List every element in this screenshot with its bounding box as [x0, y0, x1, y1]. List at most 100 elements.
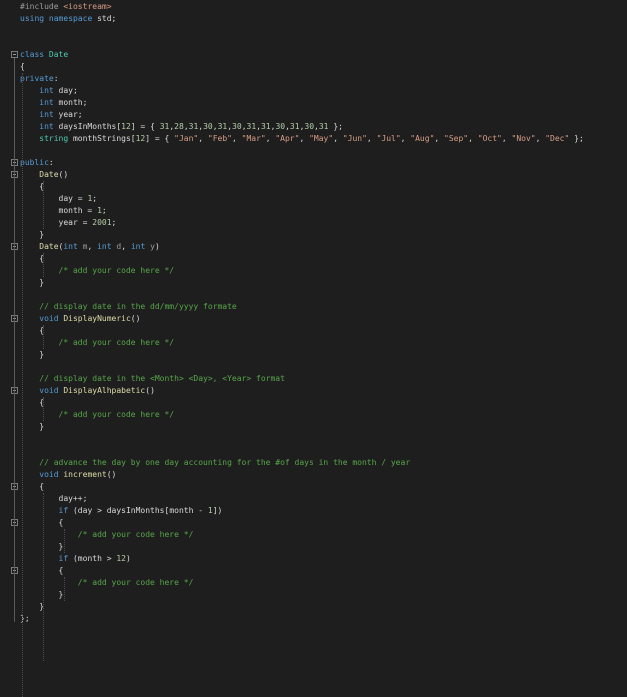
code-token: } — [20, 590, 64, 599]
code-token: (day > daysInMonths[month - — [68, 506, 208, 515]
code-token: , — [121, 242, 131, 251]
code-token: "Aug" — [410, 134, 435, 143]
code-token: () — [145, 386, 155, 395]
code-line[interactable]: using namespace std; — [20, 13, 116, 25]
code-token: ] = { — [130, 122, 160, 131]
code-line[interactable]: class Date — [20, 49, 68, 61]
code-token: // advance the day by one day accounting… — [39, 458, 411, 467]
code-token: Date — [48, 50, 69, 59]
code-line[interactable]: int month; — [20, 97, 87, 109]
code-line[interactable]: /* add your code here */ — [20, 577, 194, 589]
code-line[interactable]: { — [20, 397, 44, 409]
code-line[interactable]: void DisplayNumeric() — [20, 313, 140, 325]
code-line[interactable]: } — [20, 349, 44, 361]
code-line[interactable]: year = 2001; — [20, 217, 117, 229]
code-token: 30 — [275, 122, 286, 131]
code-line[interactable]: day = 1; — [20, 193, 98, 205]
fold-collapse-icon[interactable] — [11, 51, 18, 58]
code-token: month; — [53, 98, 88, 107]
code-token: "Apr" — [275, 134, 300, 143]
code-token: , — [299, 134, 310, 143]
code-token: "Feb" — [207, 134, 232, 143]
code-line[interactable]: { — [20, 517, 64, 529]
code-token: "Jun" — [342, 134, 367, 143]
code-token: : — [48, 158, 54, 167]
code-token: if — [58, 506, 69, 515]
code-line[interactable]: int year; — [20, 109, 82, 121]
code-token: { — [20, 62, 25, 71]
code-token: { — [20, 398, 45, 407]
code-line[interactable]: } — [20, 229, 44, 241]
code-line[interactable]: public: — [20, 157, 54, 169]
code-line[interactable]: private: — [20, 73, 59, 85]
code-token: } — [20, 422, 45, 431]
code-token: daysInMonths[ — [53, 122, 122, 131]
code-token: : — [53, 74, 59, 83]
code-token: , — [535, 134, 546, 143]
code-line[interactable]: { — [20, 181, 44, 193]
code-line[interactable]: // advance the day by one day accounting… — [20, 457, 410, 469]
code-line[interactable]: } — [20, 541, 64, 553]
code-token: 30 — [232, 122, 242, 131]
code-token: 12 — [121, 122, 131, 131]
code-line[interactable]: } — [20, 589, 64, 601]
code-token: { — [20, 254, 45, 263]
code-token: int — [97, 242, 112, 251]
code-line[interactable]: } — [20, 601, 44, 613]
code-token: () — [58, 170, 69, 179]
code-token: , — [333, 134, 343, 143]
code-token: , — [434, 134, 445, 143]
code-line[interactable]: } — [20, 277, 44, 289]
code-line[interactable]: } — [20, 421, 44, 433]
code-line[interactable]: // display date in the <Month> <Day>, <Y… — [20, 373, 285, 385]
code-token: if — [58, 554, 69, 563]
code-line[interactable]: string monthStrings[12] = { "Jan", "Feb"… — [20, 133, 584, 145]
code-line[interactable]: void increment() — [20, 469, 116, 481]
code-token: "Oct" — [477, 134, 502, 143]
code-token: increment — [63, 470, 107, 479]
code-token: DisplayNumeric — [63, 314, 131, 323]
code-line[interactable]: /* add your code here */ — [20, 529, 194, 541]
code-token: day; — [53, 86, 78, 95]
code-line[interactable]: month = 1; — [20, 205, 107, 217]
code-line[interactable]: { — [20, 565, 64, 577]
indent-guide — [43, 397, 44, 421]
code-token: ] = { — [145, 134, 175, 143]
code-token: { — [20, 566, 64, 575]
code-line[interactable]: { — [20, 253, 44, 265]
code-token: "Jan" — [174, 134, 199, 143]
code-line[interactable]: int day; — [20, 85, 78, 97]
code-line[interactable]: Date(int m, int d, int y) — [20, 241, 160, 253]
code-token: int — [39, 110, 54, 119]
indent-guide — [22, 73, 23, 697]
code-token: , — [231, 134, 242, 143]
code-token: /* add your code here */ — [58, 266, 175, 275]
outline-rail — [14, 58, 15, 622]
code-token: ; — [101, 206, 107, 215]
code-line[interactable]: if (month > 12) — [20, 553, 131, 565]
code-line[interactable]: { — [20, 325, 44, 337]
code-line[interactable]: Date() — [20, 169, 68, 181]
code-token: } — [20, 350, 45, 359]
code-line[interactable]: void DisplayAlhpabetic() — [20, 385, 155, 397]
code-token: ) — [154, 242, 160, 251]
code-token: }; — [569, 134, 584, 143]
code-line[interactable]: int daysInMonths[12] = { 31,28,31,30,31,… — [20, 121, 343, 133]
indent-guide — [64, 529, 65, 553]
code-token: ; — [92, 194, 98, 203]
code-token: /* add your code here */ — [77, 578, 194, 587]
code-token: class — [20, 50, 45, 59]
code-line[interactable]: // display date in the dd/mm/yyyy format… — [20, 301, 236, 313]
code-token: int — [39, 98, 54, 107]
code-line[interactable]: #include <iostream> — [20, 1, 112, 13]
code-token: year = — [20, 218, 93, 227]
code-line[interactable]: day++; — [20, 493, 88, 505]
code-line[interactable]: if (day > daysInMonths[month - 1]) — [20, 505, 223, 517]
code-token: namespace — [48, 14, 93, 23]
code-line[interactable]: { — [20, 61, 25, 73]
code-line[interactable]: { — [20, 481, 44, 493]
code-editor[interactable]: #include <iostream> using namespace std; c… — [0, 0, 627, 697]
code-token: "May" — [309, 134, 334, 143]
